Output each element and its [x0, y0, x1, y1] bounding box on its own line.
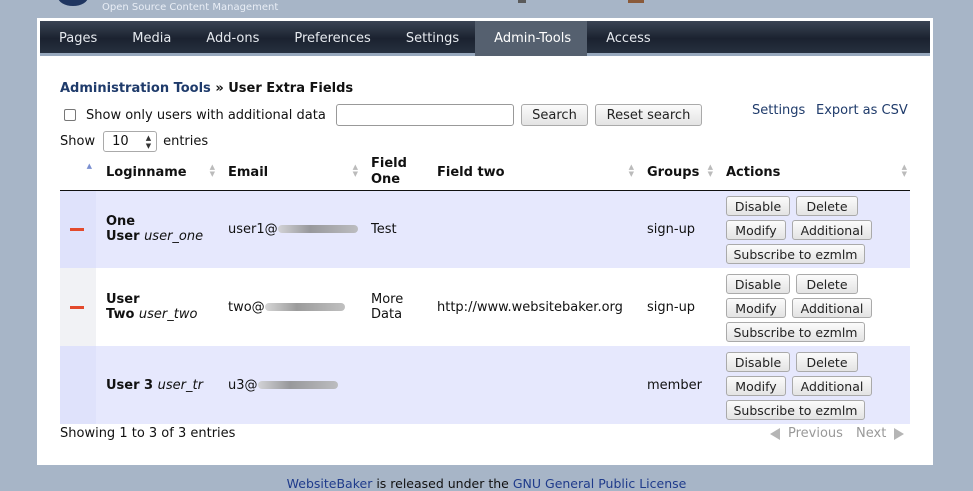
nav-item-settings[interactable]: Settings	[387, 21, 475, 56]
additional-button[interactable]: Additional	[792, 376, 872, 396]
column-header-marker[interactable]: ▲	[60, 155, 96, 191]
row-marker-cell	[60, 268, 96, 346]
filter-row: Show only users with additional data	[64, 104, 326, 126]
table-row: User 3 user_tr u3@ member Disable Delete…	[60, 346, 910, 424]
redacted-email	[277, 225, 358, 234]
entries-per-page-value: 10	[112, 133, 129, 149]
show-label: Show	[60, 133, 96, 149]
loginname-cell: One User user_one	[96, 190, 218, 268]
actions-cell: Disable Delete Modify Additional Subscri…	[716, 346, 910, 424]
pager-previous[interactable]: Previous	[770, 426, 843, 441]
groups-cell: sign-up	[637, 268, 716, 346]
breadcrumb-admin-tools[interactable]: Administration Tools	[60, 81, 211, 96]
row-marker-cell	[60, 190, 96, 268]
next-arrow-icon	[894, 427, 905, 440]
sort-both-icon: ▲ ▼	[628, 163, 634, 178]
field-one-cell	[361, 346, 427, 424]
delete-button[interactable]: Delete	[796, 352, 858, 372]
table-info: Showing 1 to 3 of 3 entries	[60, 426, 236, 441]
header-decoration	[500, 0, 650, 4]
sort-both-icon: ▲ ▼	[352, 163, 358, 178]
disable-button[interactable]: Disable	[726, 274, 790, 294]
field-one-cell: Test	[361, 190, 427, 268]
column-header-email[interactable]: Email ▲ ▼	[218, 155, 361, 191]
entries-label: entries	[163, 133, 209, 149]
pager-next[interactable]: Next	[856, 426, 905, 441]
column-header-field-one[interactable]: Field One	[361, 155, 427, 191]
brand-tagline: Open Source Content Management	[102, 2, 279, 13]
spinner-up-icon[interactable]: ▲	[146, 134, 151, 142]
additional-button[interactable]: Additional	[792, 220, 872, 241]
email-cell: user1@	[218, 190, 361, 268]
spinner-down-icon[interactable]: ▼	[146, 142, 151, 150]
column-header-groups[interactable]: Groups ▲ ▼	[637, 155, 716, 191]
additional-button[interactable]: Additional	[792, 298, 872, 318]
nav-item-access[interactable]: Access	[587, 21, 667, 56]
previous-arrow-icon	[770, 427, 780, 440]
email-cell: u3@	[218, 346, 361, 424]
breadcrumb-separator: »	[210, 81, 229, 96]
modify-button[interactable]: Modify	[726, 376, 786, 396]
actions-cell: Disable Delete Modify Additional Subscri…	[716, 268, 910, 346]
show-only-additional-checkbox[interactable]	[64, 109, 76, 121]
brand-header: Open Source Content Management	[58, 0, 318, 16]
search-button[interactable]: Search	[521, 104, 588, 126]
redacted-email	[264, 303, 345, 311]
export-csv-link[interactable]: Export as CSV	[816, 103, 908, 118]
page-length-control: Show 10 ▲ ▼ entries	[60, 130, 208, 152]
reset-search-button[interactable]: Reset search	[595, 104, 702, 126]
column-header-loginname[interactable]: Loginname ▲ ▼	[96, 155, 218, 191]
delete-button[interactable]: Delete	[796, 196, 858, 217]
main-nav: Pages Media Add-ons Preferences Settings…	[40, 21, 930, 56]
loginname-cell: User Two user_two	[96, 268, 218, 346]
table-row: One User user_one user1@ Test sign-up Dis…	[60, 190, 910, 268]
sort-asc-icon: ▲	[86, 162, 92, 170]
breadcrumb: Administration Tools » User Extra Fields	[60, 81, 353, 96]
loginname-cell: User 3 user_tr	[96, 346, 218, 424]
modify-button[interactable]: Modify	[726, 220, 786, 241]
redacted-email	[257, 381, 338, 389]
subscribe-ezmlm-button[interactable]: Subscribe to ezmlm	[726, 322, 865, 342]
delete-button[interactable]: Delete	[796, 274, 858, 294]
subscribe-ezmlm-button[interactable]: Subscribe to ezmlm	[726, 244, 865, 265]
table-header-row: ▲ Loginname ▲ ▼ Email ▲ ▼ Field One Field two…	[60, 155, 910, 191]
field-two-cell	[427, 346, 637, 424]
nav-item-admin-tools[interactable]: Admin-Tools	[475, 21, 588, 56]
groups-cell: member	[637, 346, 716, 424]
entries-per-page-spinner[interactable]: 10 ▲ ▼	[103, 130, 158, 152]
column-header-field-two[interactable]: Field two ▲ ▼	[427, 155, 637, 191]
search-input[interactable]	[336, 104, 514, 126]
settings-link[interactable]: Settings	[752, 103, 805, 118]
modify-button[interactable]: Modify	[726, 298, 786, 318]
field-two-cell	[427, 190, 637, 268]
nav-item-addons[interactable]: Add-ons	[187, 21, 275, 56]
email-cell: two@	[218, 268, 361, 346]
websitebaker-logo[interactable]	[58, 0, 88, 6]
field-one-cell: More Data	[361, 268, 427, 346]
nav-item-preferences[interactable]: Preferences	[275, 21, 386, 56]
minus-icon[interactable]	[70, 227, 84, 231]
groups-cell: sign-up	[637, 190, 716, 268]
disable-button[interactable]: Disable	[726, 196, 790, 217]
users-table: ▲ Loginname ▲ ▼ Email ▲ ▼ Field One Field two…	[60, 155, 910, 424]
table-row: User Two user_two two@ More Data http://ww…	[60, 268, 910, 346]
sort-both-icon: ▲ ▼	[901, 163, 907, 178]
disable-button[interactable]: Disable	[726, 352, 790, 372]
column-header-actions[interactable]: Actions ▲ ▼	[716, 155, 910, 191]
show-only-additional-label: Show only users with additional data	[86, 107, 326, 123]
sort-both-icon: ▲ ▼	[209, 163, 215, 178]
nav-item-pages[interactable]: Pages	[40, 21, 113, 56]
sort-both-icon: ▲ ▼	[707, 163, 713, 178]
minus-icon[interactable]	[70, 305, 84, 309]
actions-cell: Disable Delete Modify Additional Subscri…	[716, 190, 910, 268]
nav-item-media[interactable]: Media	[113, 21, 187, 56]
subscribe-ezmlm-button[interactable]: Subscribe to ezmlm	[726, 400, 865, 420]
field-two-cell: http://www.websitebaker.org	[427, 268, 637, 346]
row-marker-cell	[60, 346, 96, 424]
breadcrumb-current: User Extra Fields	[228, 81, 354, 96]
